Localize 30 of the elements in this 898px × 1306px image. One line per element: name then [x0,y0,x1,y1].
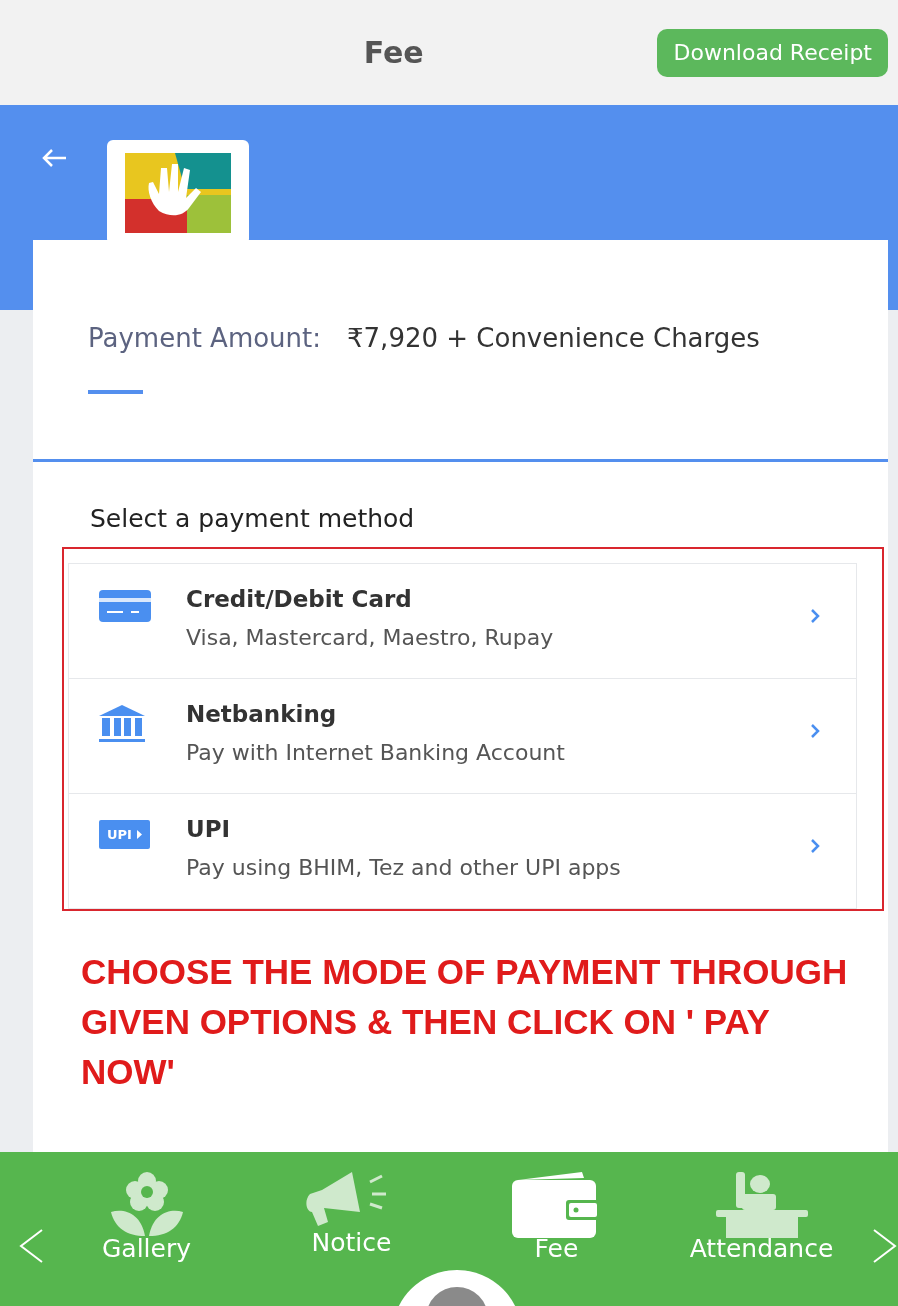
back-arrow-icon[interactable] [41,148,67,168]
method-title: Netbanking [186,701,338,727]
credit-card-icon [99,590,151,622]
chevron-left-icon[interactable] [18,1228,44,1264]
nav-tab[interactable]: Fee [456,1172,657,1263]
payment-method-item[interactable]: UPI UPI Pay using BHIM, Tez and other UPI apps [69,794,856,909]
desk-chair-icon [715,1172,808,1238]
method-description: Pay with Internet Banking Account [186,739,566,767]
nav-tab[interactable]: Attendance [661,1172,862,1263]
nav-tab[interactable]: Notice [251,1172,452,1263]
instruction-text: CHOOSE THE MODE OF PAYMENT THROUGH GIVEN OPTIONS & THEN CLICK ON ' PAY NOW' [81,951,849,1093]
payment-method-item[interactable]: Netbanking Pay with Internet Banking Account [69,679,856,794]
method-title: Credit/Debit Card [186,586,413,612]
chevron-right-icon[interactable] [872,1228,898,1264]
nav-tab[interactable]: Gallery [46,1172,247,1263]
hand-logo-icon [125,152,231,233]
method-title: UPI [186,816,232,842]
chevron-right-icon [810,608,820,624]
chevron-right-icon [810,838,820,854]
chevron-right-icon [810,723,820,739]
payment-method-item[interactable]: Credit/Debit Card Visa, Mastercard, Maestro, Rupay [69,564,856,679]
method-description: Pay using BHIM, Tez and other UPI apps [186,854,622,882]
upi-badge: UPI [99,820,150,849]
bank-icon [99,705,145,743]
section-heading: Select a payment method [90,504,416,533]
payment-amount-label: Payment Amount: [88,322,322,355]
payment-amount-value: ₹7,920 + Convenience Charges [347,322,760,355]
download-receipt-button[interactable]: Download Receipt [657,28,888,77]
page-title: Fee [362,35,425,70]
method-description: Visa, Mastercard, Maestro, Rupay [186,624,555,652]
